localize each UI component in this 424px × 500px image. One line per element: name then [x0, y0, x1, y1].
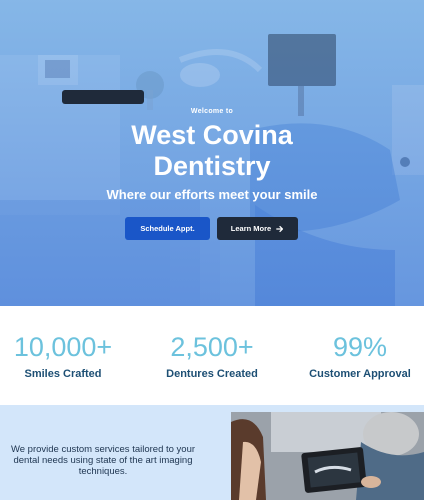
- page-title: West Covina Dentistry: [0, 120, 424, 182]
- dentist-tablet-photo: [231, 412, 424, 500]
- stat-smiles-crafted: 10,000+ Smiles Crafted: [0, 332, 133, 380]
- arrow-right-icon: [276, 225, 284, 233]
- stat-number: 99%: [332, 332, 388, 362]
- stat-customer-approval: 99% Customer Approval: [290, 332, 424, 380]
- learn-more-button[interactable]: Learn More: [217, 217, 298, 240]
- schedule-appointment-button[interactable]: Schedule Appt.: [125, 217, 210, 240]
- welcome-eyebrow: Welcome to: [190, 108, 234, 115]
- hero-tagline: Where our efforts meet your smile: [106, 187, 318, 202]
- stat-number: 2,500+: [170, 332, 254, 362]
- stat-label: Customer Approval: [309, 368, 411, 380]
- stats-section: 10,000+ Smiles Crafted 2,500+ Dentures C…: [0, 306, 424, 405]
- stat-dentures-created: 2,500+ Dentures Created: [142, 332, 282, 380]
- schedule-button-label: Schedule Appt.: [140, 224, 195, 233]
- stat-number: 10,000+: [13, 332, 113, 362]
- hero-section: Welcome to West Covina Dentistry Where o…: [0, 0, 424, 306]
- title-line-2: Dentistry: [153, 151, 271, 181]
- services-description: We provide custom services tailored to y…: [10, 444, 196, 477]
- stat-label: Dentures Created: [166, 368, 258, 380]
- stat-label: Smiles Crafted: [24, 368, 102, 380]
- title-line-1: West Covina: [131, 120, 293, 150]
- services-cta-button[interactable]: [62, 90, 144, 104]
- learn-more-label: Learn More: [230, 224, 272, 233]
